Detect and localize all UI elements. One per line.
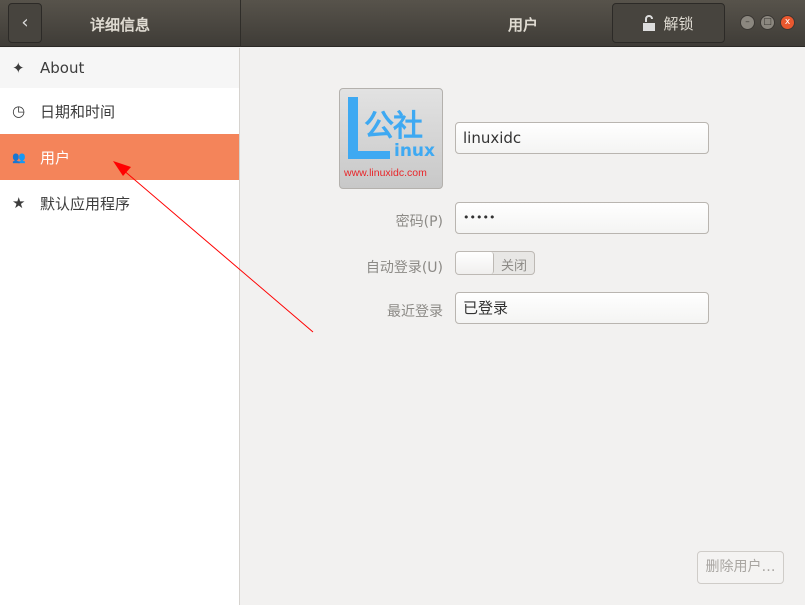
logo-en-text: inux [394,141,435,161]
back-button[interactable]: ‹ [8,3,42,43]
sidebar-item-datetime[interactable]: ◷ 日期和时间 [0,88,239,134]
sidebar-item-label: 默认应用程序 [40,194,131,213]
sidebar-item-default-apps[interactable]: ★ 默认应用程序 [0,180,239,226]
panel-title: 详细信息 [90,16,151,34]
last-login-button[interactable]: 已登录 [455,292,709,324]
user-avatar-button[interactable]: 公社 inux www.linuxidc.com [339,88,443,189]
logo-cn-text: 公社 [364,109,423,144]
delete-user-button[interactable]: 删除用户… [697,551,784,584]
chevron-left-icon: ‹ [21,12,29,33]
sidebar-item-users[interactable]: 👥 用户 [0,134,239,180]
header-bar: ‹ 详细信息 用户 解锁 – □ x [0,0,805,47]
toggle-knob [456,252,494,274]
password-field[interactable]: ••••• [455,202,709,234]
unlock-button[interactable]: 解锁 [612,3,725,43]
password-label: 密码(P) [395,214,443,230]
last-login-label: 最近登录 [387,304,443,320]
sparkle-icon: ✦ [12,59,25,77]
star-icon: ★ [12,194,26,212]
toggle-state: 关闭 [501,259,528,274]
unlock-icon [643,15,656,31]
header-divider [240,0,241,47]
sidebar: ✦ About ◷ 日期和时间 👥 用户 ★ 默认应用程序 [0,48,240,605]
page-title: 用户 [508,16,539,34]
autologin-toggle[interactable]: 关闭 [455,251,535,275]
sidebar-item-label: 用户 [40,148,71,167]
maximize-button[interactable]: □ [760,15,775,30]
logo-url-text: www.linuxidc.com [344,167,427,179]
logo-l-bar [348,97,358,159]
username-field[interactable]: linuxidc [455,122,709,154]
clock-icon: ◷ [12,102,26,120]
sidebar-item-label: 日期和时间 [40,102,116,121]
logo-l-foot [348,151,390,159]
minimize-button[interactable]: – [740,15,755,30]
users-icon: 👥 [12,150,26,164]
sidebar-item-label: About [40,59,85,77]
sidebar-item-about[interactable]: ✦ About [0,48,239,88]
close-button[interactable]: x [780,15,795,30]
unlock-label: 解锁 [663,14,694,33]
autologin-label: 自动登录(U) [365,260,443,276]
